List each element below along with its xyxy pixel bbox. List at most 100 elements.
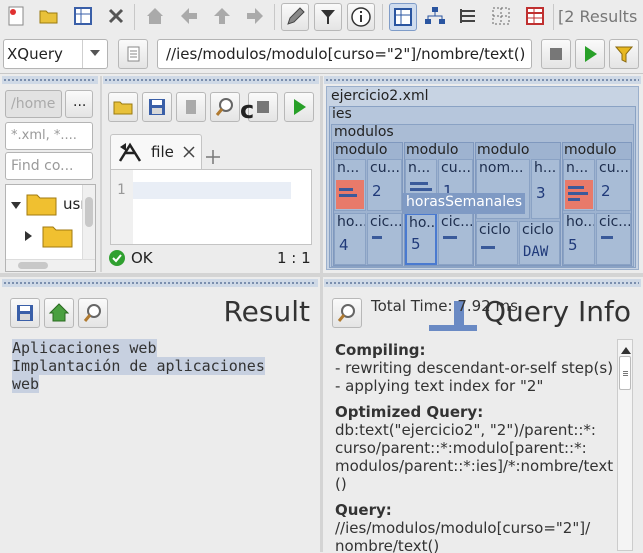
- close-x-icon[interactable]: [105, 5, 127, 27]
- result-panel-titlebar[interactable]: [2, 279, 318, 287]
- info-line: //ies/modulos/modulo[curso="2"]/: [335, 519, 591, 537]
- info-line: db:text("ejercicio2", "2")/parent::*:: [335, 421, 596, 439]
- query-mode-value: XQuery: [7, 45, 63, 63]
- stop-button[interactable]: [176, 92, 206, 122]
- chevron-right-icon: [25, 229, 33, 245]
- info-line: nombre/text(): [335, 537, 440, 553]
- tree-view-icon[interactable]: [424, 5, 446, 27]
- home-result-button[interactable]: [44, 298, 74, 328]
- map-node-horas-selected: ho... 5: [405, 213, 437, 265]
- browse-label: ...: [73, 94, 87, 110]
- info-line: modulos/parent::*:ies]/*:nombre/text: [335, 457, 614, 475]
- editor-panel-titlebar[interactable]: [103, 76, 319, 84]
- find-contents-input[interactable]: Find co...: [5, 152, 93, 180]
- save-file-button[interactable]: [142, 92, 172, 122]
- map-node-nombre: n...: [334, 159, 366, 211]
- info-button[interactable]: [347, 3, 375, 31]
- result-panel: Result Aplicaciones web Implantación de …: [2, 279, 318, 553]
- map-modulos: modulos: [334, 124, 394, 140]
- map-node-ciclo: cic...: [438, 213, 473, 265]
- editor-title-fragment: c: [240, 96, 255, 124]
- map-node-curso: cu... 2: [367, 159, 402, 211]
- open-folder-icon[interactable]: [38, 5, 60, 27]
- tree-item[interactable]: usr: [6, 191, 87, 217]
- scroll-thumb[interactable]: [619, 356, 631, 390]
- dot-grid-icon[interactable]: [490, 5, 512, 27]
- stop-query-button[interactable]: [541, 39, 571, 69]
- history-button[interactable]: [118, 39, 148, 69]
- chevron-down-icon: [82, 40, 107, 68]
- stop-icon: [550, 48, 562, 60]
- path-input[interactable]: /home: [5, 90, 62, 118]
- map-panel-titlebar[interactable]: [324, 76, 641, 84]
- map-node-horas: ho... 4: [334, 213, 366, 265]
- home-icon[interactable]: [144, 5, 166, 27]
- search-button[interactable]: [210, 92, 240, 122]
- map-node-nombre: n...: [563, 159, 595, 211]
- tree-item[interactable]: [6, 223, 86, 249]
- compiling-heading: Compiling:: [335, 341, 426, 359]
- results-count: [2 Results: [558, 7, 638, 26]
- tab-file[interactable]: file: [110, 134, 202, 170]
- map-node-horas: ho... 5: [563, 213, 595, 265]
- new-file-icon[interactable]: [5, 5, 27, 27]
- optimized-heading: Optimized Query:: [335, 403, 484, 421]
- query-expression-input[interactable]: //ies/modulos/modulo[curso="2"]/nombre/t…: [157, 39, 532, 69]
- search-info-button[interactable]: [332, 298, 362, 328]
- play-icon: [294, 99, 306, 115]
- forward-arrow-icon[interactable]: [244, 5, 266, 27]
- map-modulo: modulo: [477, 142, 530, 158]
- project-panel-titlebar[interactable]: [2, 76, 98, 84]
- code-editor[interactable]: 1: [110, 169, 312, 245]
- query-heading: Query:: [335, 501, 392, 519]
- grid-icon[interactable]: [72, 5, 94, 27]
- xquery-file-icon: [117, 141, 143, 169]
- map-node-ciclo: cic...: [367, 213, 402, 265]
- save-icon: [17, 305, 33, 321]
- filter-button[interactable]: [314, 3, 342, 31]
- list-view-icon[interactable]: [457, 5, 479, 27]
- filter-query-button[interactable]: [609, 39, 639, 69]
- red-table-icon[interactable]: [524, 5, 546, 27]
- chevron-down-icon: [11, 198, 21, 214]
- open-file-button[interactable]: [108, 92, 138, 122]
- edit-pencil-button[interactable]: [281, 3, 309, 31]
- browse-button[interactable]: ...: [65, 90, 93, 118]
- info-line: - applying text index for "2": [335, 377, 544, 395]
- map-view[interactable]: ejercicio2.xml ies modulos modulo n... c…: [326, 86, 639, 270]
- up-arrow-icon[interactable]: [211, 5, 233, 27]
- search-result-button[interactable]: [78, 298, 108, 328]
- run-query-button[interactable]: [575, 39, 605, 69]
- result-title: Result: [223, 295, 310, 328]
- query-mode-select[interactable]: XQuery: [3, 39, 108, 69]
- tree-horizontal-scrollbar[interactable]: [6, 259, 95, 271]
- map-node-curso: cu... 2: [596, 159, 631, 211]
- query-info-panel: Total Time: 7.92 ms Query Info Compiling…: [324, 279, 641, 553]
- project-panel: /home ... *.xml, *.... Find co... usr: [2, 76, 98, 272]
- editor-status: OK: [131, 249, 153, 267]
- save-result-button[interactable]: [10, 298, 40, 328]
- open-folder-icon: [113, 101, 133, 115]
- search-icon: [337, 304, 355, 322]
- result-line: Aplicaciones web: [12, 339, 157, 357]
- query-info-text[interactable]: Compiling: - rewriting descendant-or-sel…: [335, 341, 615, 553]
- back-arrow-icon[interactable]: [178, 5, 200, 27]
- table-view-icon: [394, 8, 412, 26]
- close-icon[interactable]: [183, 146, 195, 162]
- folder-icon: [42, 223, 74, 253]
- add-tab-icon[interactable]: [206, 150, 220, 168]
- filter-input[interactable]: *.xml, *....: [5, 122, 93, 150]
- save-icon: [149, 99, 165, 115]
- info-vertical-scrollbar[interactable]: [617, 339, 633, 551]
- map-panel: ejercicio2.xml ies modulos modulo n... c…: [324, 76, 641, 272]
- info-line: (): [335, 475, 347, 493]
- run-button[interactable]: [284, 92, 314, 122]
- info-panel-titlebar[interactable]: [324, 279, 641, 287]
- line-number: 1: [117, 182, 126, 198]
- result-output[interactable]: Aplicaciones web Implantación de aplicac…: [12, 339, 312, 393]
- info-line: curso/parent::*:modulo[parent::*:: [335, 439, 587, 457]
- tree-vertical-scrollbar[interactable]: [82, 185, 95, 259]
- editor-panel: c file 1 OK 1 : 1: [103, 76, 319, 272]
- table-view-button[interactable]: [389, 3, 417, 31]
- ok-check-icon: [108, 249, 126, 271]
